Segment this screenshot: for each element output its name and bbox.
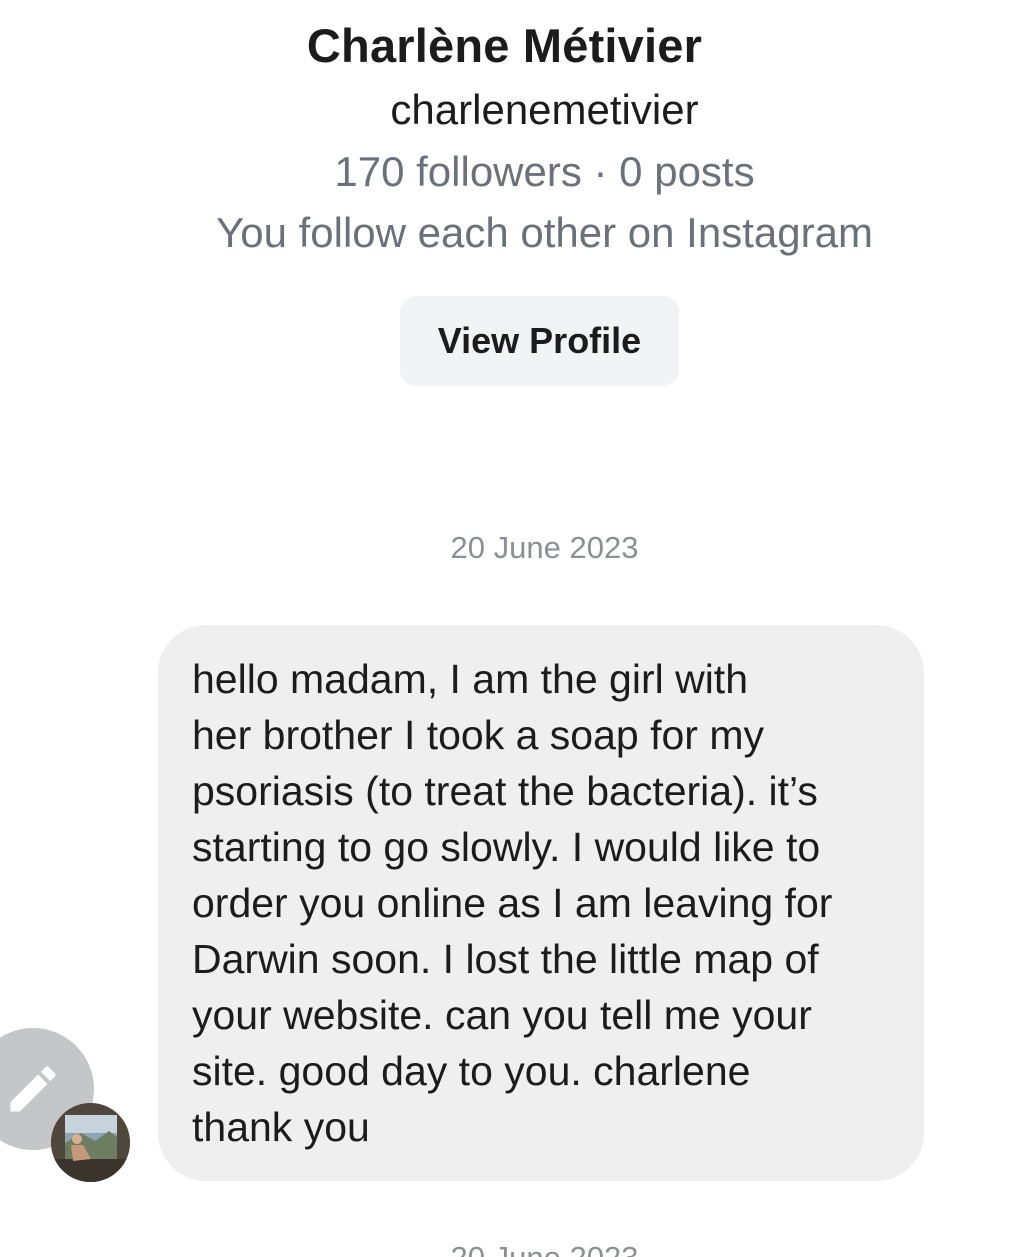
date-separator: 20 June 2023: [450, 530, 639, 565]
profile-display-name: Charlène Métivier: [306, 19, 703, 72]
view-profile-button[interactable]: View Profile: [400, 296, 679, 386]
sender-avatar[interactable]: [51, 1103, 130, 1182]
pencil-icon: [10, 1066, 56, 1112]
profile-username: charlenemetivier: [390, 86, 699, 133]
date-separator: 20 June 2023: [40, 1240, 1009, 1257]
chat-page: Charlène Métivier charlenemetivier 170 f…: [0, 0, 1009, 1257]
message-text: hello madam, I am the girl with her brot…: [192, 656, 833, 1150]
profile-stats: 170 followers · 0 posts: [334, 148, 755, 195]
mutual-follow-info: You follow each other on Instagram: [216, 209, 873, 256]
message-bubble[interactable]: hello madam, I am the girl with her brot…: [158, 625, 924, 1181]
avatar-photo: [51, 1103, 130, 1182]
